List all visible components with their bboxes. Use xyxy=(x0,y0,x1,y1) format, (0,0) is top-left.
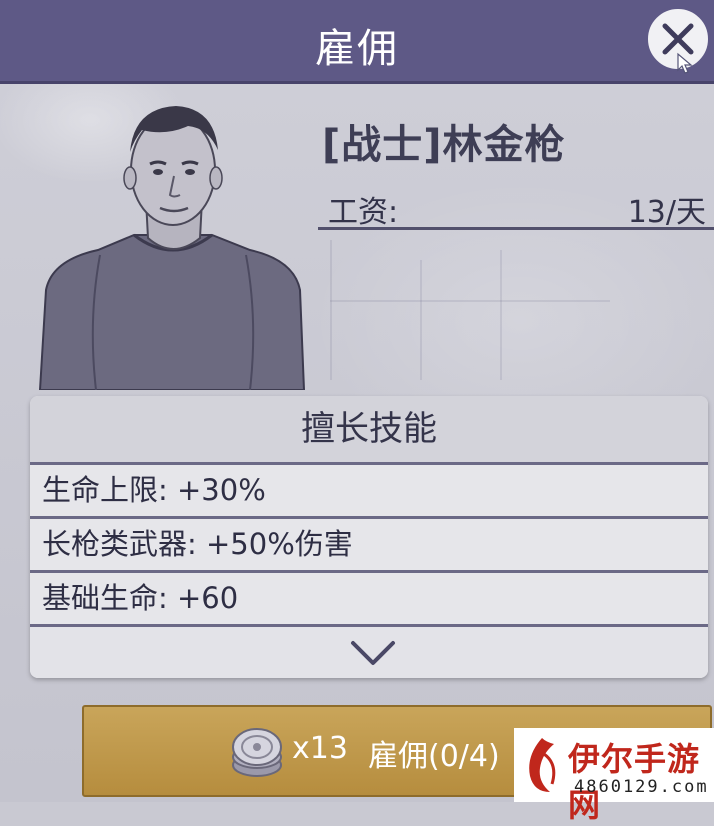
cursor-icon xyxy=(677,52,693,74)
watermark: 伊尔手游网 4860129.com xyxy=(514,728,714,824)
background-line xyxy=(330,240,332,380)
hire-cost: x13 xyxy=(292,731,348,766)
salary-label: 工资: xyxy=(328,195,399,230)
silver-coin-icon xyxy=(232,728,282,777)
title-bar: 雇佣 xyxy=(0,0,714,84)
watermark-url: 4860129.com xyxy=(574,777,709,797)
skill-row: 基础生命: +60 xyxy=(30,573,708,627)
salary-row: 工资: 13/天 xyxy=(318,185,714,230)
hire-label: 雇佣(0/4) xyxy=(368,739,500,774)
skill-row: 生命上限: +30% xyxy=(30,465,708,519)
background-line xyxy=(420,260,422,380)
hero-name: [战士]林金枪 xyxy=(322,122,566,168)
skills-header: 擅长技能 xyxy=(30,396,708,465)
background-line xyxy=(330,300,610,302)
show-more-skills-button[interactable] xyxy=(30,627,708,678)
skill-row: 长枪类武器: +50%伤害 xyxy=(30,519,708,573)
background-line xyxy=(500,250,502,380)
chevron-down-icon xyxy=(351,641,395,665)
skills-panel: 擅长技能 生命上限: +30% 长枪类武器: +50%伤害 基础生命: +60 xyxy=(30,396,708,678)
hero-portrait xyxy=(38,106,306,390)
salary-value: 13/天 xyxy=(627,195,706,230)
watermark-logo-icon xyxy=(529,738,556,792)
dialog-title: 雇佣 xyxy=(315,26,399,72)
